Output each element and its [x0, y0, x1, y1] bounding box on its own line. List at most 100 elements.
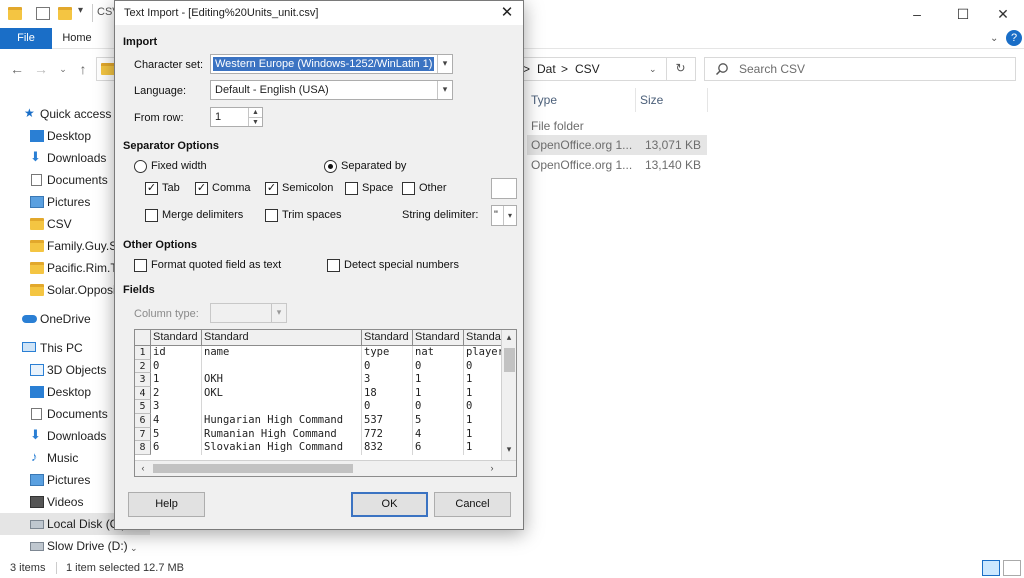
column-divider[interactable]: [635, 88, 636, 112]
chevron-down-icon[interactable]: ▾: [437, 81, 452, 99]
import-heading: Import: [123, 36, 158, 48]
grid-row-number: 4: [135, 386, 151, 401]
other-separator-input[interactable]: [491, 178, 517, 199]
large-icons-view-icon[interactable]: [1003, 560, 1021, 576]
grid-row-number: 2: [135, 359, 151, 374]
checkbox-box: [327, 259, 340, 272]
dialog-titlebar[interactable]: Text Import - [Editing%20Units_unit.csv]…: [115, 1, 523, 25]
file-row-selected[interactable]: OpenOffice.org 1... 13,071 KB: [527, 135, 707, 155]
nav-label: Pacific.Rim.Th: [47, 261, 125, 275]
scroll-down-icon[interactable]: ▾: [502, 444, 516, 455]
chevron-down-icon[interactable]: ▾: [437, 55, 452, 73]
help-button[interactable]: Help: [128, 492, 205, 517]
folder-icon: [30, 240, 44, 252]
horizontal-scrollbar[interactable]: ‹ ›: [135, 460, 516, 476]
details-view-icon[interactable]: [982, 560, 1000, 576]
up-arrow-icon[interactable]: ↑: [72, 55, 94, 83]
ok-button[interactable]: OK: [351, 492, 428, 517]
grid-cell: 6: [413, 441, 464, 455]
grid-cell: 5: [151, 427, 202, 442]
status-divider: [56, 562, 57, 574]
language-value: Default - English (USA): [215, 84, 329, 96]
checkbox-box: [145, 209, 158, 222]
minimize-button[interactable]: –: [894, 0, 940, 28]
from-row-value: 1: [215, 111, 222, 123]
recent-locations-icon[interactable]: ⌄: [52, 55, 74, 83]
breadcrumb-separator: >: [561, 62, 569, 76]
nav-label: Pictures: [47, 473, 91, 487]
breadcrumb-csv[interactable]: CSV: [575, 58, 600, 80]
customize-quick-access-icon[interactable]: ▾: [78, 5, 83, 16]
scroll-up-icon[interactable]: ▴: [502, 332, 516, 343]
scrollbar-thumb[interactable]: [153, 464, 353, 473]
new-folder-icon[interactable]: [58, 7, 72, 20]
search-icon: [715, 63, 728, 76]
grid-cell: [202, 400, 362, 414]
grid-cell: OKL: [202, 386, 362, 401]
grid-cell: 1: [464, 427, 504, 442]
grid-cell: 0: [362, 359, 413, 374]
nav-scroll-down-icon[interactable]: ⌄: [130, 543, 138, 554]
grid-cell: 1: [464, 441, 504, 455]
breadcrumb-dat[interactable]: Dat: [537, 58, 556, 80]
nav-label: Desktop: [47, 129, 92, 143]
address-dropdown-icon[interactable]: ⌄: [649, 58, 657, 80]
grid-column-header[interactable]: Standard: [362, 330, 413, 346]
from-row-label: From row:: [134, 112, 184, 124]
grid-cell: id: [151, 346, 202, 360]
grid-cell: OKH: [202, 373, 362, 387]
refresh-button[interactable]: ↻: [666, 57, 694, 81]
expand-ribbon-icon[interactable]: ⌄: [990, 28, 998, 49]
column-header-size[interactable]: Size: [640, 88, 663, 112]
grid-cell: [202, 359, 362, 374]
scroll-right-icon[interactable]: ›: [485, 463, 499, 473]
string-delimiter-select[interactable]: " ▾: [491, 205, 517, 226]
back-arrow-icon[interactable]: ←: [6, 55, 28, 83]
file-size: 13,140 KB: [644, 158, 701, 172]
from-row-stepper[interactable]: 1 ▲ ▼: [210, 107, 263, 127]
ribbon-tab-file[interactable]: File: [0, 28, 52, 49]
dialog-close-button[interactable]: ✕: [491, 1, 523, 25]
column-type-select[interactable]: ▾: [210, 303, 287, 323]
vertical-scrollbar[interactable]: ▴ ▾: [501, 330, 516, 460]
grid-cell: type: [362, 346, 413, 360]
desktop-icon: [30, 386, 44, 398]
grid-cell: 1: [464, 373, 504, 387]
nav-label: Slow Drive (D:): [47, 539, 128, 553]
increment-icon[interactable]: ▲: [248, 108, 262, 117]
file-type: File folder: [531, 119, 584, 133]
properties-icon[interactable]: [36, 7, 50, 20]
search-box[interactable]: Search CSV: [704, 57, 1016, 81]
film-icon: [30, 496, 44, 508]
decrement-icon[interactable]: ▼: [248, 117, 262, 126]
grid-cell: 0: [464, 359, 504, 374]
column-divider[interactable]: [707, 88, 708, 112]
scroll-left-icon[interactable]: ‹: [136, 463, 150, 473]
file-row[interactable]: File folder: [527, 116, 707, 136]
charset-select[interactable]: Western Europe (Windows-1252/WinLatin 1)…: [210, 54, 453, 74]
language-select[interactable]: Default - English (USA) ▾: [210, 80, 453, 100]
fields-preview-grid[interactable]: Standard Standard Standard Standard Standa 1 i…: [134, 329, 517, 477]
close-window-button[interactable]: ✕: [980, 0, 1024, 28]
music-note-icon: ♪: [31, 449, 38, 464]
language-label: Language:: [134, 85, 186, 97]
grid-column-header[interactable]: Standard: [202, 330, 362, 346]
column-header-type[interactable]: Type: [531, 88, 557, 112]
grid-column-header[interactable]: Standard: [151, 330, 202, 346]
grid-row-number: 6: [135, 414, 151, 428]
grid-column-header[interactable]: Standa: [464, 330, 504, 346]
forward-arrow-icon[interactable]: →: [30, 55, 52, 83]
chevron-down-icon[interactable]: ▾: [503, 206, 516, 225]
cancel-button[interactable]: Cancel: [434, 492, 511, 517]
nav-label: Documents: [47, 173, 108, 187]
nav-slow-drive-d[interactable]: Slow Drive (D:): [0, 535, 150, 557]
grid-row-number: 5: [135, 400, 151, 414]
search-input[interactable]: Search CSV: [739, 58, 805, 80]
scrollbar-thumb[interactable]: [504, 348, 515, 372]
file-row[interactable]: OpenOffice.org 1... 13,140 KB: [527, 155, 707, 175]
grid-cell: Rumanian High Command: [202, 427, 362, 442]
file-size: 13,071 KB: [644, 138, 701, 152]
help-icon[interactable]: ?: [1006, 30, 1022, 46]
ribbon-tab-home[interactable]: Home: [54, 28, 100, 49]
grid-column-header[interactable]: Standard: [413, 330, 464, 346]
